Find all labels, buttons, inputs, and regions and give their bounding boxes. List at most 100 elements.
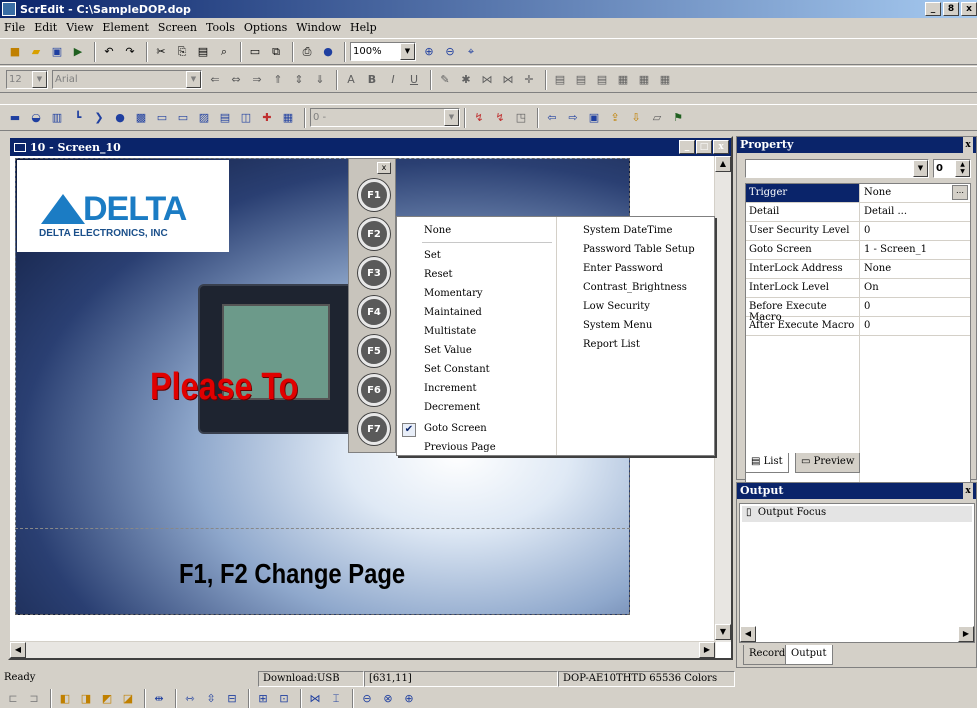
table-element-icon[interactable]: ▦ xyxy=(279,109,297,127)
input-element-icon[interactable]: ▭ xyxy=(153,109,171,127)
prop-row-detail[interactable]: Detail Detail ... xyxy=(746,203,970,222)
upload-icon[interactable]: ⇪ xyxy=(606,109,624,127)
tab-output[interactable]: Output xyxy=(785,645,833,665)
menu-item-system-datetime[interactable]: System DateTime xyxy=(583,225,672,236)
f7-key[interactable]: F7 xyxy=(358,413,390,445)
menu-item-report-list[interactable]: Report List xyxy=(583,339,640,350)
scroll-right-icon[interactable]: ▶ xyxy=(699,642,715,658)
child-minimize-button[interactable]: _ xyxy=(679,140,695,154)
cut-icon[interactable]: ✂ xyxy=(152,43,170,61)
align-middle-icon[interactable]: ⇕ xyxy=(290,71,308,89)
prop-value[interactable]: 0 xyxy=(864,320,870,331)
scroll-right-icon[interactable]: ▶ xyxy=(958,626,974,642)
print-icon[interactable]: ⎙ xyxy=(298,43,316,61)
menu-item-contrast-brightness[interactable]: Contrast_Brightness xyxy=(583,282,687,293)
button-element-icon[interactable]: ▬ xyxy=(6,109,24,127)
scroll-down-icon[interactable]: ▼ xyxy=(715,624,731,640)
download-icon[interactable]: ▶ xyxy=(69,43,87,61)
center-horizontal-icon[interactable]: ⊟ xyxy=(223,690,241,708)
move-backward-icon[interactable]: ◪ xyxy=(119,690,137,708)
lamp-element-icon[interactable]: ● xyxy=(111,109,129,127)
layer-back-icon[interactable]: ▤ xyxy=(572,71,590,89)
menu-options[interactable]: Options xyxy=(244,21,287,34)
move-forward-icon[interactable]: ◩ xyxy=(98,690,116,708)
motion-element-icon[interactable]: ❯ xyxy=(90,109,108,127)
menu-view[interactable]: View xyxy=(66,21,93,34)
zoom-out-icon[interactable]: ⊖ xyxy=(441,43,459,61)
paste-icon[interactable]: ▤ xyxy=(194,43,212,61)
find-icon[interactable]: ⌕ xyxy=(215,43,233,61)
font-color-icon[interactable]: A xyxy=(342,71,360,89)
open-folder-icon[interactable]: ▰ xyxy=(27,43,45,61)
layer-front-icon[interactable]: ▤ xyxy=(551,71,569,89)
bold-icon[interactable]: B xyxy=(363,71,381,89)
menu-item-goto-screen[interactable]: Goto Screen xyxy=(424,423,487,434)
prop-row-trigger[interactable]: Trigger None … xyxy=(746,184,970,203)
about-icon[interactable]: ● xyxy=(319,43,337,61)
underline-icon[interactable]: U xyxy=(405,71,423,89)
prop-value[interactable]: Detail ... xyxy=(864,206,907,217)
copy-icon[interactable]: ⎘ xyxy=(173,43,191,61)
space-down-icon[interactable]: ⇳ xyxy=(202,690,220,708)
keypad-element-icon[interactable]: ✚ xyxy=(258,109,276,127)
properties-icon[interactable]: ◳ xyxy=(512,109,530,127)
menu-item-set-value[interactable]: Set Value xyxy=(424,345,472,356)
redo-icon[interactable]: ↷ xyxy=(121,43,139,61)
display-element-icon[interactable]: ▭ xyxy=(174,109,192,127)
child-restore-button[interactable]: □ xyxy=(696,140,712,154)
spinner-arrows-icon[interactable]: ▲ ▼ xyxy=(955,160,970,177)
scroll-left-icon[interactable]: ◀ xyxy=(10,642,26,658)
menu-item-password-table-setup[interactable]: Password Table Setup xyxy=(583,244,695,255)
chevron-down-icon[interactable]: ▼ xyxy=(444,109,459,126)
prop-row-goto-screen[interactable]: Goto Screen 1 - Screen_1 xyxy=(746,241,970,260)
tab-record[interactable]: Record xyxy=(743,645,792,665)
zoom-in-icon[interactable]: ⊕ xyxy=(420,43,438,61)
object-selector[interactable]: ▼ xyxy=(745,159,929,178)
prev-screen-icon[interactable]: ⇦ xyxy=(543,109,561,127)
vertical-scrollbar[interactable]: ▲ ▼ xyxy=(714,156,731,642)
space-across-icon[interactable]: ⇿ xyxy=(181,690,199,708)
save-icon[interactable]: ▣ xyxy=(48,43,66,61)
align-right-icon[interactable]: ⇒ xyxy=(248,71,266,89)
flip-horizontal-icon[interactable]: ⋈ xyxy=(306,690,324,708)
download-screen-icon[interactable]: ⇩ xyxy=(627,109,645,127)
align-bottom-icon[interactable]: ⇓ xyxy=(311,71,329,89)
f5-key[interactable]: F5 xyxy=(358,335,390,367)
new-file-icon[interactable]: ■ xyxy=(6,43,24,61)
child-close-button[interactable]: x xyxy=(713,140,729,154)
f3-key[interactable]: F3 xyxy=(358,257,390,289)
fit-height-icon[interactable]: ⊗ xyxy=(379,690,397,708)
chevron-down-icon[interactable]: ▼ xyxy=(186,71,201,88)
close-icon[interactable]: x xyxy=(963,137,973,153)
prop-row-user-security-level[interactable]: User Security Level 0 xyxy=(746,222,970,241)
lock-icon[interactable]: ▦ xyxy=(656,71,674,89)
menu-screen[interactable]: Screen xyxy=(158,21,197,34)
menu-item-reset[interactable]: Reset xyxy=(424,269,453,280)
zoom-fit-icon[interactable]: ⌖ xyxy=(462,43,480,61)
close-icon[interactable]: x xyxy=(377,162,391,174)
prop-value[interactable]: On xyxy=(864,282,879,293)
fit-width-icon[interactable]: ⊖ xyxy=(358,690,376,708)
close-icon[interactable]: x xyxy=(963,483,973,499)
sample-element-icon[interactable]: ▤ xyxy=(216,109,234,127)
menu-file[interactable]: File xyxy=(4,21,25,34)
bring-front-icon[interactable]: ◧ xyxy=(56,690,74,708)
menu-item-momentary[interactable]: Momentary xyxy=(424,288,483,299)
prop-value[interactable]: 0 xyxy=(864,301,870,312)
compile-icon[interactable]: ↯ xyxy=(470,109,488,127)
distribute-v-icon[interactable]: ⋈ xyxy=(499,71,517,89)
menu-item-system-menu[interactable]: System Menu xyxy=(583,320,652,331)
ellipsis-button[interactable]: … xyxy=(952,185,968,200)
compile-all-icon[interactable]: ↯ xyxy=(491,109,509,127)
menu-help[interactable]: Help xyxy=(350,21,377,34)
flip-vertical-icon[interactable]: ⌶ xyxy=(327,690,345,708)
pipe-element-icon[interactable]: ┗ xyxy=(69,109,87,127)
address-combo[interactable]: 0 - ▼ xyxy=(310,108,460,127)
prop-row-interlock-level[interactable]: InterLock Level On xyxy=(746,279,970,298)
chevron-down-icon[interactable]: ▼ xyxy=(32,71,47,88)
menu-element[interactable]: Element xyxy=(102,21,149,34)
minimize-button[interactable]: _ xyxy=(925,2,941,16)
meter-element-icon[interactable]: ◒ xyxy=(27,109,45,127)
menu-item-set-constant[interactable]: Set Constant xyxy=(424,364,490,375)
menu-item-multistate[interactable]: Multistate xyxy=(424,326,476,337)
